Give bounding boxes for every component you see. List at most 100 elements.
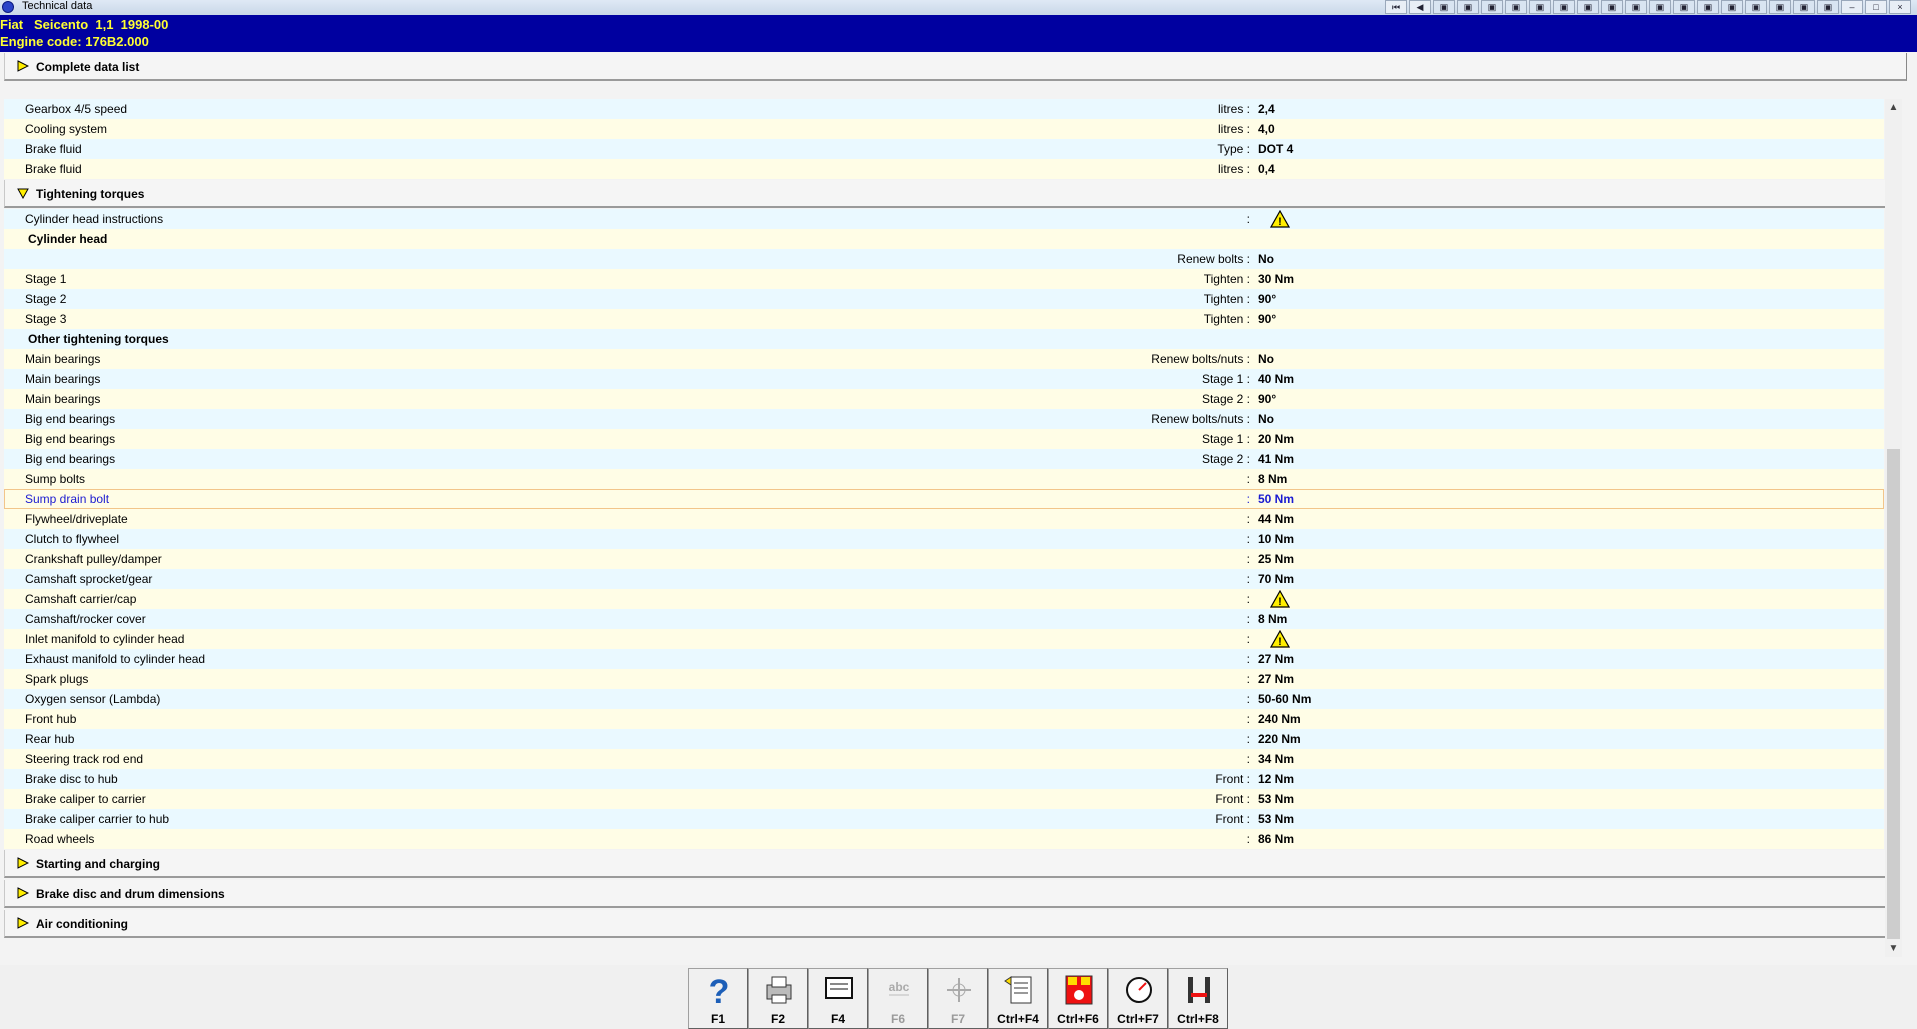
tool-icon[interactable]: ▣ bbox=[1817, 0, 1839, 14]
data-row[interactable]: Brake fluid litres : 0,4 bbox=[4, 159, 1884, 179]
data-row[interactable]: Camshaft sprocket/gear:70 Nm bbox=[4, 569, 1884, 589]
section-tightening[interactable]: Tightening torques bbox=[4, 180, 1889, 208]
row-label: Main bearings bbox=[25, 372, 101, 386]
section-aircon[interactable]: Air conditioning bbox=[4, 910, 1889, 938]
data-row[interactable]: Main bearings Stage 1 : 40 Nm bbox=[4, 369, 1884, 389]
data-row[interactable]: Gearbox 4/5 speed litres : 2,4 bbox=[4, 99, 1884, 119]
maximize-icon[interactable]: □ bbox=[1865, 0, 1887, 14]
fkey-label: F7 bbox=[950, 1012, 965, 1026]
window-title: Technical data bbox=[22, 0, 93, 12]
data-row[interactable]: Main bearings Renew bolts/nuts : No bbox=[4, 349, 1884, 369]
data-row[interactable]: Flywheel/driveplate:44 Nm bbox=[4, 509, 1884, 529]
data-row[interactable]: Spark plugs:27 Nm bbox=[4, 669, 1884, 689]
tool-icon[interactable]: ▣ bbox=[1697, 0, 1719, 14]
tool-icon[interactable]: ▣ bbox=[1433, 0, 1455, 14]
data-row[interactable]: Stage 2 Tighten : 90° bbox=[4, 289, 1884, 309]
data-row[interactable]: Rear hub:220 Nm bbox=[4, 729, 1884, 749]
data-row[interactable]: Main bearings Stage 2 : 90° bbox=[4, 389, 1884, 409]
tool-icon[interactable]: ▣ bbox=[1745, 0, 1767, 14]
tool-icon[interactable]: ▣ bbox=[1601, 0, 1623, 14]
data-row[interactable]: Stage 1 Tighten : 30 Nm bbox=[4, 269, 1884, 289]
subsection-header[interactable]: Other tightening torques bbox=[4, 329, 1884, 349]
warning-icon: ! bbox=[1270, 210, 1290, 228]
close-icon[interactable]: × bbox=[1889, 0, 1911, 14]
row-label: Camshaft/rocker cover bbox=[25, 612, 146, 626]
row-qualifier: Renew bolts : bbox=[1177, 252, 1250, 266]
scroll-down-icon[interactable]: ▼ bbox=[1885, 940, 1902, 957]
row-qualifier: Tighten : bbox=[1203, 312, 1250, 326]
data-row[interactable]: Stage 3 Tighten : 90° bbox=[4, 309, 1884, 329]
fkey-ctrl-f4[interactable]: Ctrl+F4 bbox=[988, 968, 1048, 1029]
row-value: 53 Nm bbox=[1258, 792, 1295, 806]
section-complete-data-list[interactable]: Complete data list bbox=[4, 53, 1907, 81]
data-row[interactable]: Exhaust manifold to cylinder head:27 Nm bbox=[4, 649, 1884, 669]
data-row[interactable]: Big end bearings Stage 1 : 20 Nm bbox=[4, 429, 1884, 449]
data-row[interactable]: Brake caliper carrier to hub Front : 53 Nm bbox=[4, 809, 1884, 829]
section-brake_disc[interactable]: Brake disc and drum dimensions bbox=[4, 880, 1889, 908]
data-row[interactable]: Oxygen sensor (Lambda):50-60 Nm bbox=[4, 689, 1884, 709]
row-value: 20 Nm bbox=[1258, 432, 1295, 446]
data-row[interactable]: Clutch to flywheel:10 Nm bbox=[4, 529, 1884, 549]
tool-icon[interactable]: ▣ bbox=[1457, 0, 1479, 14]
row-qualifier: : bbox=[1246, 832, 1250, 846]
tool-icon[interactable]: ▣ bbox=[1529, 0, 1551, 14]
row-qualifier: : bbox=[1246, 472, 1250, 486]
data-row[interactable]: Brake caliper to carrier Front : 53 Nm bbox=[4, 789, 1884, 809]
tool-icon[interactable]: ▣ bbox=[1577, 0, 1599, 14]
chevron-right-icon bbox=[17, 60, 29, 72]
svg-text:abc: abc bbox=[889, 980, 910, 994]
tool-icon[interactable]: ▣ bbox=[1505, 0, 1527, 14]
data-row[interactable]: Brake disc to hub Front : 12 Nm bbox=[4, 769, 1884, 789]
fkey-f4[interactable]: F4 bbox=[808, 968, 868, 1029]
tool-icon[interactable]: ▣ bbox=[1673, 0, 1695, 14]
row-qualifier: litres : bbox=[1217, 162, 1250, 176]
section-starting[interactable]: Starting and charging bbox=[4, 850, 1889, 878]
tool-icon[interactable]: ▣ bbox=[1793, 0, 1815, 14]
row-qualifier: : bbox=[1246, 592, 1250, 606]
data-row[interactable]: Steering track rod end:34 Nm bbox=[4, 749, 1884, 769]
data-row[interactable]: Brake fluid Type : DOT 4 bbox=[4, 139, 1884, 159]
vertical-scrollbar[interactable]: ▲ ▼ bbox=[1885, 99, 1902, 957]
fkey-ctrl-f7[interactable]: Ctrl+F7 bbox=[1108, 968, 1168, 1029]
row-value: 53 Nm bbox=[1258, 812, 1295, 826]
fkey-ctrl-f6[interactable]: Ctrl+F6 bbox=[1048, 968, 1108, 1029]
window-titlebar: Technical data ⏮ ◀ ▣ ▣ ▣ ▣ ▣ ▣ ▣ ▣ ▣ ▣ ▣ ▣ ▣ ▣ ▣ ▣ ▣ – □ × bbox=[0, 0, 1917, 15]
row-label: Exhaust manifold to cylinder head bbox=[25, 652, 206, 666]
tool-icon[interactable]: ▣ bbox=[1721, 0, 1743, 14]
tool-icon[interactable]: ▣ bbox=[1481, 0, 1503, 14]
data-row[interactable]: Big end bearings Stage 2 : 41 Nm bbox=[4, 449, 1884, 469]
data-row[interactable]: Cylinder head instructions:! bbox=[4, 209, 1884, 229]
scroll-up-icon[interactable]: ▲ bbox=[1885, 99, 1902, 116]
tool-icon[interactable]: ▣ bbox=[1769, 0, 1791, 14]
row-qualifier: : bbox=[1246, 212, 1250, 226]
fkey-f1[interactable]: ? F1 bbox=[688, 968, 748, 1029]
data-row[interactable]: Inlet manifold to cylinder head:! bbox=[4, 629, 1884, 649]
row-label: Big end bearings bbox=[25, 452, 116, 466]
data-row[interactable]: Renew bolts : No bbox=[4, 249, 1884, 269]
prev-icon[interactable]: ◀ bbox=[1409, 0, 1431, 14]
tool-icon[interactable]: ▣ bbox=[1649, 0, 1671, 14]
fkey-f2[interactable]: F2 bbox=[748, 968, 808, 1029]
data-row[interactable]: Big end bearings Renew bolts/nuts : No bbox=[4, 409, 1884, 429]
minimize-icon[interactable]: – bbox=[1841, 0, 1863, 14]
tool-icon[interactable]: ▣ bbox=[1553, 0, 1575, 14]
data-row[interactable]: Cooling system litres : 4,0 bbox=[4, 119, 1884, 139]
subsection-header[interactable]: Cylinder head bbox=[4, 229, 1884, 249]
data-row[interactable]: Sump drain bolt:50 Nm bbox=[4, 489, 1884, 509]
row-label: Big end bearings bbox=[25, 432, 116, 446]
fkey-ctrl-f8[interactable]: Ctrl+F8 bbox=[1168, 968, 1228, 1029]
data-row[interactable]: Front hub:240 Nm bbox=[4, 709, 1884, 729]
data-row[interactable]: Camshaft carrier/cap:! bbox=[4, 589, 1884, 609]
row-value: 40 Nm bbox=[1258, 372, 1295, 386]
row-label: Steering track rod end bbox=[25, 752, 144, 766]
scroll-thumb[interactable] bbox=[1887, 449, 1900, 939]
row-label: Inlet manifold to cylinder head bbox=[25, 632, 185, 646]
data-row[interactable]: Sump bolts:8 Nm bbox=[4, 469, 1884, 489]
row-label: Brake fluid bbox=[25, 142, 82, 156]
tool-icon[interactable]: ▣ bbox=[1625, 0, 1647, 14]
data-row[interactable]: Road wheels:86 Nm bbox=[4, 829, 1884, 849]
data-row[interactable]: Camshaft/rocker cover:8 Nm bbox=[4, 609, 1884, 629]
row-value: 10 Nm bbox=[1258, 532, 1295, 546]
first-icon[interactable]: ⏮ bbox=[1385, 0, 1407, 14]
data-row[interactable]: Crankshaft pulley/damper:25 Nm bbox=[4, 549, 1884, 569]
